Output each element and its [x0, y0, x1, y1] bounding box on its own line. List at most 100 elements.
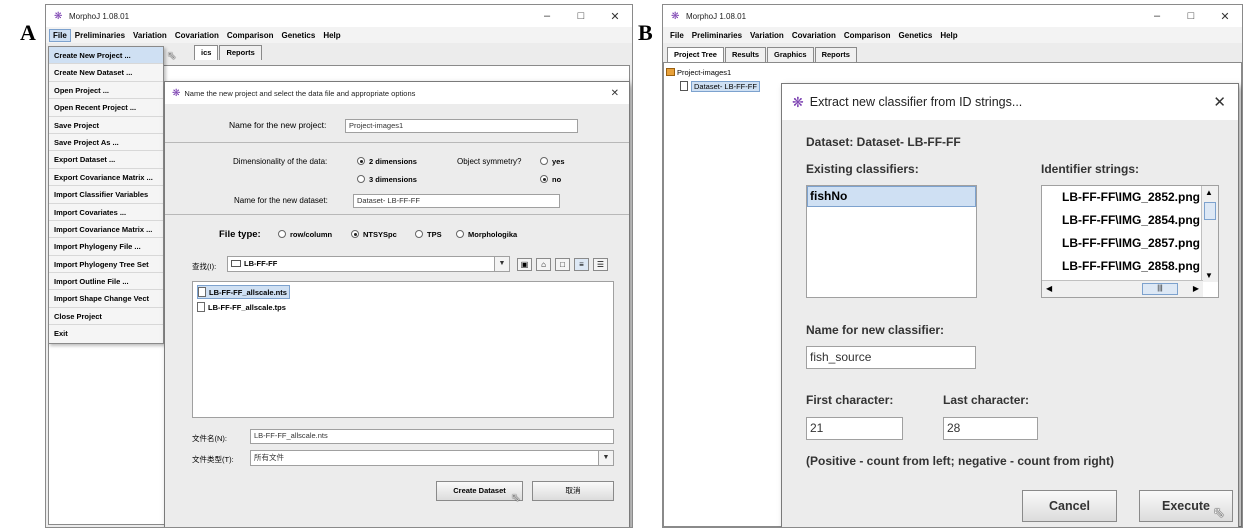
last-character-label: Last character: [943, 393, 1030, 407]
dim-2-option[interactable]: 2 dimensions [357, 157, 417, 166]
symmetry-yes-option[interactable]: yes [540, 157, 565, 166]
menu-item-create-new-dataset[interactable]: Create New Dataset ... [49, 64, 163, 82]
tab-graphics[interactable]: Graphics [767, 47, 814, 62]
menu-help[interactable]: Help [319, 29, 344, 42]
tree-project-node[interactable]: Project-images1 [666, 68, 731, 77]
vertical-scrollbar[interactable]: ▲ ▼ [1201, 186, 1218, 282]
menu-item-save-project-as[interactable]: Save Project As ... [49, 134, 163, 152]
dimensionality-label: Dimensionality of the data: [233, 157, 328, 166]
filename-input[interactable]: LB-FF-FF_allscale.nts [250, 429, 614, 444]
menu-preliminaries[interactable]: Preliminaries [688, 29, 746, 42]
menu-item-import-shape-change-vect[interactable]: Import Shape Change Vect [49, 290, 163, 308]
menu-item-create-new-project[interactable]: Create New Project ... [49, 47, 163, 65]
project-name-input[interactable]: Project-images1 [345, 119, 578, 133]
tree-dataset-node[interactable]: Dataset- LB-FF-FF [680, 81, 760, 92]
identifier-item[interactable]: LB-FF-FF\IMG_2852.png [1062, 190, 1200, 204]
minimize-button[interactable]: – [530, 5, 564, 27]
radio-unselected-icon [357, 175, 365, 183]
classifier-item[interactable]: fishNo [807, 186, 976, 207]
identifier-item[interactable]: LB-FF-FF\IMG_2854.png [1062, 213, 1200, 227]
first-character-input[interactable]: 21 [806, 417, 903, 440]
menu-comparison[interactable]: Comparison [223, 29, 278, 42]
ft-ntsys-option[interactable]: NTSYSpc [351, 230, 397, 239]
close-button[interactable]: ✕ [1208, 5, 1242, 27]
last-character-input[interactable]: 28 [943, 417, 1038, 440]
lookin-select[interactable]: LB-FF-FF ▼ [227, 256, 510, 272]
menu-file[interactable]: File [49, 28, 71, 42]
file-name: LB-FF-FF_allscale.tps [208, 302, 286, 312]
filetype-select[interactable]: 所有文件 ▼ [250, 450, 614, 466]
symmetry-no-option[interactable]: no [540, 175, 561, 184]
dialog-close-icon[interactable]: ✕ [611, 88, 619, 99]
home-icon[interactable]: ⌂ [536, 258, 551, 271]
radio-unselected-icon [415, 230, 423, 238]
menu-bar: File Preliminaries Variation Covariation… [663, 27, 1242, 43]
scroll-thumb[interactable]: ||| [1142, 283, 1178, 295]
menu-item-exit[interactable]: Exit [49, 325, 163, 342]
new-classifier-name-input[interactable]: fish_source [806, 346, 976, 369]
tab-project-tree[interactable]: Project Tree [667, 47, 724, 62]
dataset-name-input[interactable]: Dataset- LB-FF-FF [353, 194, 560, 208]
new-project-dialog: ❋ Name the new project and select the da… [164, 81, 630, 527]
panel-a-letter: A [20, 20, 36, 45]
menu-file[interactable]: File [666, 29, 688, 42]
menu-variation[interactable]: Variation [129, 29, 171, 42]
menu-item-import-phylogeny-tree-set[interactable]: Import Phylogeny Tree Set [49, 256, 163, 274]
menu-variation[interactable]: Variation [746, 29, 788, 42]
menu-covariation[interactable]: Covariation [788, 29, 840, 42]
menu-item-import-outline-file[interactable]: Import Outline File ... [49, 273, 163, 291]
cancel-button[interactable]: 取消 [532, 481, 614, 501]
scroll-left-arrow-icon[interactable]: ◀ [1046, 284, 1052, 293]
details-view-icon[interactable]: ☰ [593, 258, 608, 271]
close-button[interactable]: ✕ [598, 5, 632, 27]
create-dataset-button[interactable]: Create Dataset [436, 481, 523, 501]
menu-genetics[interactable]: Genetics [278, 29, 320, 42]
new-folder-icon[interactable]: □ [555, 258, 570, 271]
menu-item-save-project[interactable]: Save Project [49, 117, 163, 134]
menu-preliminaries[interactable]: Preliminaries [71, 29, 129, 42]
menu-item-export-covariance-matrix[interactable]: Export Covariance Matrix ... [49, 169, 163, 187]
up-folder-icon[interactable]: ▣ [517, 258, 532, 271]
menu-genetics[interactable]: Genetics [895, 29, 937, 42]
scroll-thumb[interactable] [1204, 202, 1216, 220]
lookin-label: 查找(I): [192, 262, 217, 271]
ft-rowcolumn-option[interactable]: row/column [278, 230, 332, 239]
file-chooser-toolbar: ▣ ⌂ □ ≡ ☰ [517, 258, 617, 272]
tab-graphics[interactable]: ics [194, 45, 219, 60]
file-item[interactable]: LB-FF-FF_allscale.nts [197, 285, 290, 299]
menu-help[interactable]: Help [936, 29, 961, 42]
identifier-item[interactable]: LB-FF-FF\IMG_2858.png [1062, 259, 1200, 273]
ft-tps-option[interactable]: TPS [415, 230, 442, 239]
menu-item-open-project[interactable]: Open Project ... [49, 82, 163, 100]
lookin-value: LB-FF-FF [244, 259, 278, 268]
maximize-button[interactable]: □ [1174, 5, 1208, 27]
tab-reports[interactable]: Reports [219, 45, 262, 60]
menu-item-import-classifier-variables[interactable]: Import Classifier Variables [49, 186, 163, 204]
scroll-down-arrow-icon[interactable]: ▼ [1205, 271, 1213, 280]
menu-item-open-recent-project[interactable]: Open Recent Project ... [49, 99, 163, 117]
menu-item-close-project[interactable]: Close Project [49, 308, 163, 326]
menu-item-import-covariance-matrix[interactable]: Import Covariance Matrix ... [49, 221, 163, 239]
dim-3-option[interactable]: 3 dimensions [357, 175, 417, 184]
menu-covariation[interactable]: Covariation [171, 29, 223, 42]
maximize-button[interactable]: □ [564, 5, 598, 27]
radio-selected-icon [540, 175, 548, 183]
identifier-item[interactable]: LB-FF-FF\IMG_2857.png [1062, 236, 1200, 250]
horizontal-scrollbar[interactable]: ◀ ||| ▶ [1042, 280, 1203, 297]
menu-item-import-covariates[interactable]: Import Covariates ... [49, 204, 163, 221]
list-view-icon[interactable]: ≡ [574, 258, 589, 271]
cancel-button[interactable]: Cancel [1022, 490, 1117, 522]
file-item[interactable]: LB-FF-FF_allscale.tps [197, 302, 286, 312]
dialog-close-icon[interactable]: ✕ [1213, 93, 1226, 111]
ft-morphologika-option[interactable]: Morphologika [456, 230, 517, 239]
tab-results[interactable]: Results [724, 47, 767, 62]
minimize-button[interactable]: – [1140, 5, 1174, 27]
tab-bar: ics Reports [194, 45, 263, 60]
scroll-right-arrow-icon[interactable]: ▶ [1193, 284, 1199, 293]
morphoj-logo-icon: ❋ [792, 93, 804, 110]
tab-reports[interactable]: Reports [814, 47, 857, 62]
menu-item-export-dataset[interactable]: Export Dataset ... [49, 151, 163, 169]
menu-item-import-phylogeny-file[interactable]: Import Phylogeny File ... [49, 238, 163, 256]
scroll-up-arrow-icon[interactable]: ▲ [1205, 188, 1213, 197]
menu-comparison[interactable]: Comparison [840, 29, 895, 42]
